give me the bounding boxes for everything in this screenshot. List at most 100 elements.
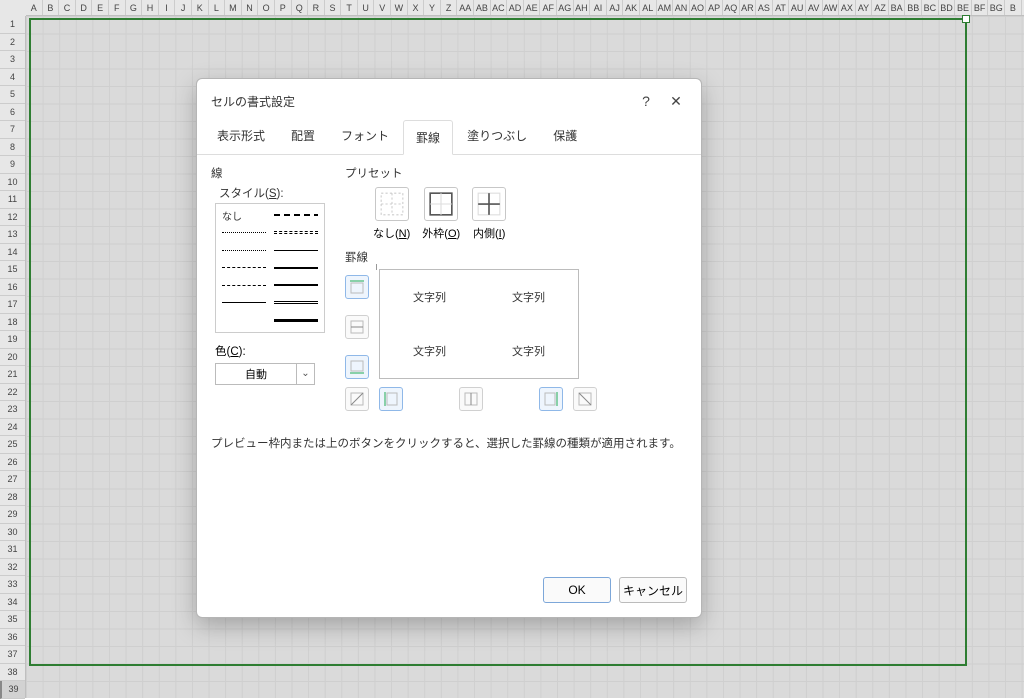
row-33[interactable]: 33 xyxy=(0,576,25,594)
row-7[interactable]: 7 xyxy=(0,121,25,139)
col-Y[interactable]: Y xyxy=(424,0,441,15)
col-AE[interactable]: AE xyxy=(524,0,541,15)
tab-border[interactable]: 罫線 xyxy=(403,120,453,155)
row-5[interactable]: 5 xyxy=(0,86,25,104)
row-38[interactable]: 38 xyxy=(0,664,25,682)
row-35[interactable]: 35 xyxy=(0,611,25,629)
tab-number-format[interactable]: 表示形式 xyxy=(205,119,277,154)
col-B[interactable]: B xyxy=(1005,0,1022,15)
col-BE[interactable]: BE xyxy=(955,0,972,15)
close-button[interactable]: ✕ xyxy=(661,89,691,113)
style-thick-dash[interactable] xyxy=(274,214,318,216)
style-medium2[interactable] xyxy=(274,284,318,286)
style-medium[interactable] xyxy=(274,267,318,269)
col-BC[interactable]: BC xyxy=(922,0,939,15)
col-I[interactable]: I xyxy=(159,0,176,15)
col-AX[interactable]: AX xyxy=(839,0,856,15)
row-26[interactable]: 26 xyxy=(0,454,25,472)
preset-inside[interactable]: 内側(I) xyxy=(472,187,506,241)
col-AY[interactable]: AY xyxy=(856,0,873,15)
tab-fill[interactable]: 塗りつぶし xyxy=(455,119,539,154)
col-BD[interactable]: BD xyxy=(939,0,956,15)
border-top-button[interactable] xyxy=(345,275,369,299)
color-select[interactable]: 自動 ⌄ xyxy=(215,363,315,385)
row-37[interactable]: 37 xyxy=(0,646,25,664)
row-15[interactable]: 15 xyxy=(0,261,25,279)
col-AR[interactable]: AR xyxy=(740,0,757,15)
tab-alignment[interactable]: 配置 xyxy=(279,119,327,154)
col-AI[interactable]: AI xyxy=(590,0,607,15)
col-D[interactable]: D xyxy=(76,0,93,15)
style-dot2[interactable] xyxy=(222,250,266,251)
line-style-list[interactable]: なし xyxy=(215,203,325,333)
row-24[interactable]: 24 xyxy=(0,419,25,437)
col-AS[interactable]: AS xyxy=(756,0,773,15)
row-headers[interactable]: 1234567891011121314151617181920212223242… xyxy=(0,16,26,698)
row-22[interactable]: 22 xyxy=(0,384,25,402)
row-27[interactable]: 27 xyxy=(0,471,25,489)
row-30[interactable]: 30 xyxy=(0,524,25,542)
col-Z[interactable]: Z xyxy=(441,0,458,15)
col-X[interactable]: X xyxy=(408,0,425,15)
col-AW[interactable]: AW xyxy=(823,0,840,15)
row-20[interactable]: 20 xyxy=(0,349,25,367)
col-B[interactable]: B xyxy=(43,0,60,15)
col-AJ[interactable]: AJ xyxy=(607,0,624,15)
col-S[interactable]: S xyxy=(325,0,342,15)
row-25[interactable]: 25 xyxy=(0,436,25,454)
tab-font[interactable]: フォント xyxy=(329,119,401,154)
col-AQ[interactable]: AQ xyxy=(723,0,740,15)
col-V[interactable]: V xyxy=(374,0,391,15)
border-hmiddle-button[interactable] xyxy=(345,315,369,339)
col-F[interactable]: F xyxy=(109,0,126,15)
row-18[interactable]: 18 xyxy=(0,314,25,332)
col-AK[interactable]: AK xyxy=(623,0,640,15)
col-H[interactable]: H xyxy=(142,0,159,15)
cancel-button[interactable]: キャンセル xyxy=(619,577,687,603)
row-17[interactable]: 17 xyxy=(0,296,25,314)
row-31[interactable]: 31 xyxy=(0,541,25,559)
border-diag-up-button[interactable] xyxy=(345,387,369,411)
style-dash[interactable] xyxy=(222,267,266,268)
row-3[interactable]: 3 xyxy=(0,51,25,69)
row-29[interactable]: 29 xyxy=(0,506,25,524)
row-14[interactable]: 14 xyxy=(0,244,25,262)
col-BB[interactable]: BB xyxy=(905,0,922,15)
col-BG[interactable]: BG xyxy=(988,0,1005,15)
style-thin[interactable] xyxy=(274,250,318,251)
help-button[interactable]: ? xyxy=(631,89,661,113)
col-E[interactable]: E xyxy=(92,0,109,15)
row-34[interactable]: 34 xyxy=(0,594,25,612)
col-AF[interactable]: AF xyxy=(540,0,557,15)
col-AH[interactable]: AH xyxy=(574,0,591,15)
col-A[interactable]: A xyxy=(26,0,43,15)
col-T[interactable]: T xyxy=(341,0,358,15)
col-AL[interactable]: AL xyxy=(640,0,657,15)
col-BA[interactable]: BA xyxy=(889,0,906,15)
preset-none[interactable]: なし(N) xyxy=(373,187,410,241)
style-none[interactable]: なし xyxy=(222,208,266,222)
col-AZ[interactable]: AZ xyxy=(872,0,889,15)
border-preview[interactable]: 文字列 文字列 文字列 文字列 xyxy=(379,269,579,379)
col-AT[interactable]: AT xyxy=(773,0,790,15)
col-R[interactable]: R xyxy=(308,0,325,15)
preset-outline[interactable]: 外枠(O) xyxy=(422,187,460,241)
col-U[interactable]: U xyxy=(358,0,375,15)
col-AC[interactable]: AC xyxy=(491,0,508,15)
col-N[interactable]: N xyxy=(242,0,259,15)
column-headers[interactable]: ABCDEFGHIJKLMNOPQRSTUVWXYZAAABACADAEAFAG… xyxy=(26,0,1024,16)
border-vmiddle-button[interactable] xyxy=(459,387,483,411)
col-AU[interactable]: AU xyxy=(789,0,806,15)
col-O[interactable]: O xyxy=(258,0,275,15)
col-AA[interactable]: AA xyxy=(457,0,474,15)
col-C[interactable]: C xyxy=(59,0,76,15)
col-AG[interactable]: AG xyxy=(557,0,574,15)
row-13[interactable]: 13 xyxy=(0,226,25,244)
row-12[interactable]: 12 xyxy=(0,209,25,227)
style-double[interactable] xyxy=(274,301,318,304)
row-39[interactable]: 39 xyxy=(0,681,25,699)
row-36[interactable]: 36 xyxy=(0,629,25,647)
col-AO[interactable]: AO xyxy=(690,0,707,15)
row-2[interactable]: 2 xyxy=(0,34,25,52)
col-G[interactable]: G xyxy=(126,0,143,15)
